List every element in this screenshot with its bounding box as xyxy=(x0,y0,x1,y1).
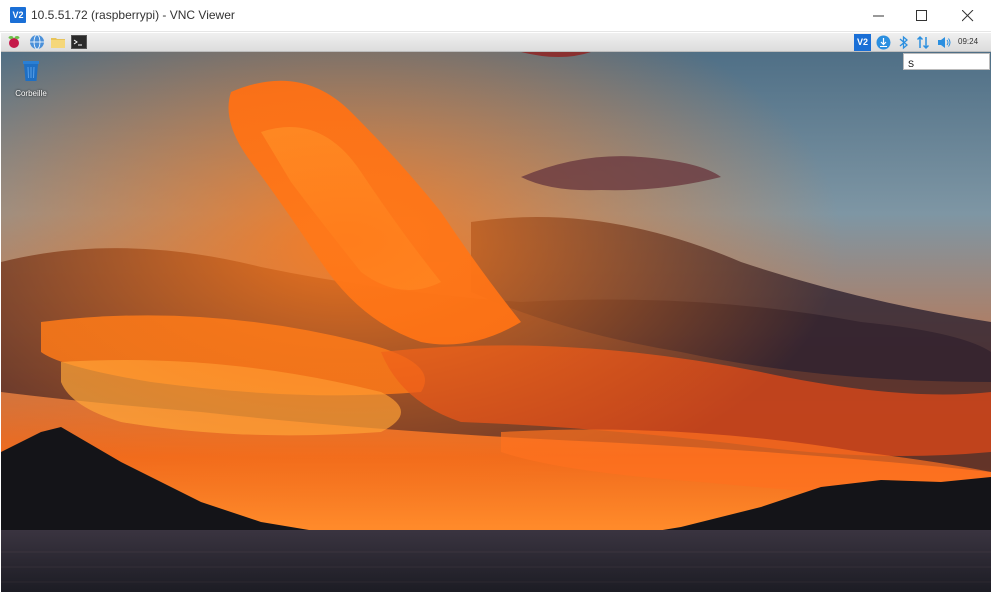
window-title: 10.5.51.72 (raspberrypi) - VNC Viewer xyxy=(31,8,235,22)
remote-desktop[interactable]: V2 09:24 Corbeille xyxy=(1,33,991,592)
vnc-server-icon[interactable]: V2 xyxy=(854,34,871,51)
window-titlebar[interactable]: V2 10.5.51.72 (raspberrypi) - VNC Viewer xyxy=(0,0,991,32)
search-popup[interactable] xyxy=(903,53,990,71)
desktop-icon-trash[interactable]: Corbeille xyxy=(11,58,51,98)
search-input[interactable] xyxy=(904,57,989,71)
volume-icon[interactable] xyxy=(936,34,953,51)
maximize-icon xyxy=(916,10,927,21)
vnc-app-icon: V2 xyxy=(10,7,26,23)
terminal-icon[interactable] xyxy=(71,34,87,50)
raspberry-pi-menu-icon[interactable] xyxy=(6,34,22,50)
close-icon xyxy=(962,10,974,22)
bluetooth-icon[interactable] xyxy=(895,34,912,51)
close-button[interactable] xyxy=(946,0,991,32)
trash-icon xyxy=(23,61,39,81)
maximize-button[interactable] xyxy=(900,0,946,32)
web-browser-icon[interactable] xyxy=(29,34,45,50)
taskbar-clock[interactable]: 09:24 xyxy=(958,37,978,46)
update-download-icon[interactable] xyxy=(875,34,892,51)
pi-taskbar: V2 09:24 xyxy=(1,33,991,52)
minimize-icon xyxy=(873,15,884,17)
desktop-icon-label: Corbeille xyxy=(15,89,47,98)
minimize-button[interactable] xyxy=(857,0,903,32)
network-transfer-icon[interactable] xyxy=(915,34,932,51)
sunset-wallpaper xyxy=(1,52,991,592)
file-manager-icon[interactable] xyxy=(50,34,66,50)
